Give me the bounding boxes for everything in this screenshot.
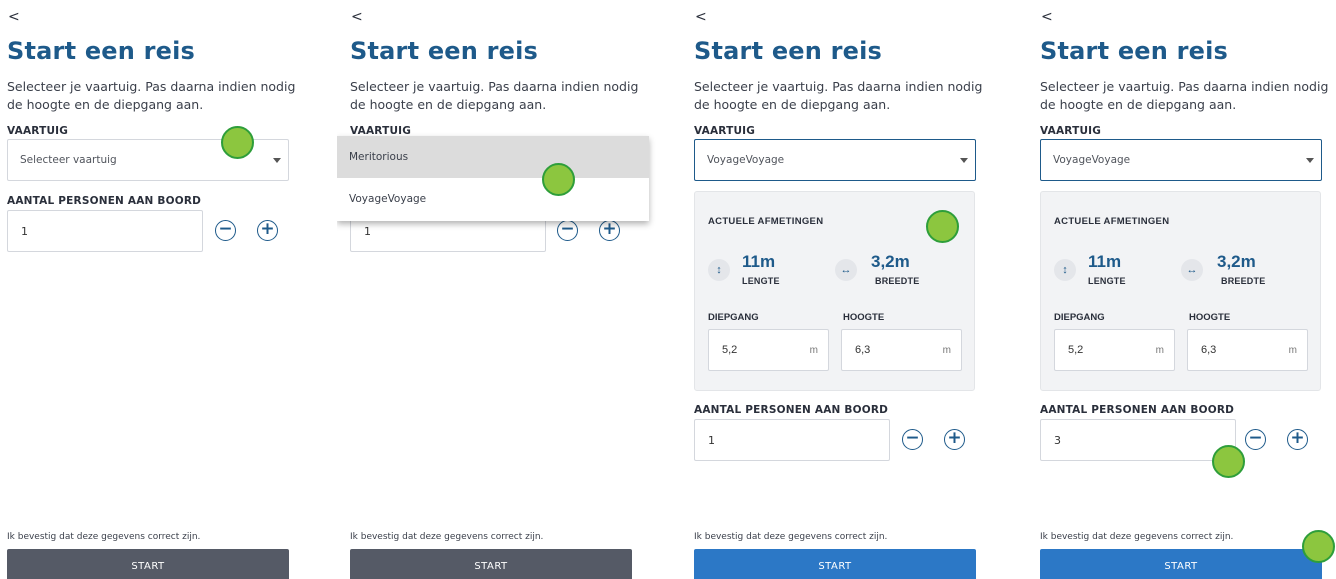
start-button[interactable]: START <box>694 549 976 579</box>
height-value: 6,3 <box>1201 344 1217 356</box>
caret-down-icon <box>1306 158 1314 163</box>
persons-input[interactable]: 1 <box>7 210 203 252</box>
vertical-arrow-icon: ↕ <box>708 259 730 281</box>
unit-label: m <box>942 345 951 356</box>
vessel-select-value: Selecteer vaartuig <box>20 154 117 166</box>
width-label: BREEDTE <box>1221 276 1266 286</box>
back-button[interactable]: < <box>1041 9 1053 25</box>
intro-text: Selecteer je vaartuig. Pas daarna indien… <box>1040 79 1329 112</box>
vessel-select[interactable]: VoyageVoyage <box>694 139 976 181</box>
screen-1: < Start een reis Selecteer je vaartuig. … <box>0 0 300 579</box>
back-button[interactable]: < <box>351 9 363 25</box>
height-input[interactable]: 6,3 m <box>1187 329 1308 371</box>
height-value: 6,3 <box>855 344 871 356</box>
screen-3: < Start een reis Selecteer je vaartuig. … <box>688 0 988 579</box>
minus-button[interactable]: − <box>902 429 923 450</box>
screen-2: < Start een reis Selecteer je vaartuig. … <box>337 0 657 579</box>
tap-marker <box>926 210 959 243</box>
page-title: Start een reis <box>350 37 539 65</box>
height-input[interactable]: 6,3 m <box>841 329 962 371</box>
vessel-select[interactable]: VoyageVoyage <box>1040 139 1322 181</box>
length-label: LENGTE <box>1088 276 1126 286</box>
persons-label: AANTAL PERSONEN AAN BOORD <box>7 195 202 207</box>
confirm-text: Ik bevestig dat deze gegevens correct zi… <box>1040 532 1234 542</box>
plus-button[interactable]: + <box>599 220 620 241</box>
vessel-select-value: VoyageVoyage <box>707 154 785 166</box>
draft-value: 5,2 <box>1068 344 1084 356</box>
unit-label: m <box>809 345 818 356</box>
unit-label: m <box>1288 345 1297 356</box>
dimensions-card: ACTUELE AFMETINGEN ↕ 11m LENGTE ↔ 3,2m B… <box>1040 191 1321 391</box>
tap-marker <box>1212 445 1245 478</box>
height-label: HOOGTE <box>1189 312 1231 323</box>
minus-button[interactable]: − <box>1245 429 1266 450</box>
dropdown-option[interactable]: Meritorious <box>337 136 649 178</box>
intro-text: Selecteer je vaartuig. Pas daarna indien… <box>694 79 983 112</box>
confirm-text: Ik bevestig dat deze gegevens correct zi… <box>694 532 888 542</box>
horizontal-arrow-icon: ↔ <box>1181 259 1203 281</box>
confirm-text: Ik bevestig dat deze gegevens correct zi… <box>7 532 201 542</box>
page-title: Start een reis <box>694 37 883 65</box>
width-value: 3,2m <box>1217 252 1256 271</box>
unit-label: m <box>1155 345 1164 356</box>
draft-input[interactable]: 5,2 m <box>1054 329 1175 371</box>
draft-input[interactable]: 5,2 m <box>708 329 829 371</box>
persons-input[interactable]: 1 <box>694 419 890 461</box>
vessel-label: VAARTUIG <box>694 125 756 137</box>
width-value: 3,2m <box>871 252 910 271</box>
dimensions-title: ACTUELE AFMETINGEN <box>708 216 824 227</box>
persons-input[interactable]: 3 <box>1040 419 1236 461</box>
vessel-label: VAARTUIG <box>1040 125 1102 137</box>
back-button[interactable]: < <box>695 9 707 25</box>
plus-button[interactable]: + <box>944 429 965 450</box>
confirm-text: Ik bevestig dat deze gegevens correct zi… <box>350 532 544 542</box>
minus-button[interactable]: − <box>557 220 578 241</box>
vessel-select-value: VoyageVoyage <box>1053 154 1131 166</box>
draft-value: 5,2 <box>722 344 738 356</box>
draft-label: DIEPGANG <box>1054 312 1105 323</box>
tap-marker <box>542 163 575 196</box>
horizontal-arrow-icon: ↔ <box>835 259 857 281</box>
minus-button[interactable]: − <box>215 220 236 241</box>
width-label: BREEDTE <box>875 276 920 286</box>
caret-down-icon <box>960 158 968 163</box>
intro-text: Selecteer je vaartuig. Pas daarna indien… <box>7 79 296 112</box>
persons-label: AANTAL PERSONEN AAN BOORD <box>694 404 889 416</box>
persons-label: AANTAL PERSONEN AAN BOORD <box>1040 404 1235 416</box>
page-title: Start een reis <box>7 37 196 65</box>
draft-label: DIEPGANG <box>708 312 759 323</box>
vessel-dropdown: Meritorious VoyageVoyage <box>337 136 649 221</box>
vessel-label: VAARTUIG <box>7 125 69 137</box>
intro-text: Selecteer je vaartuig. Pas daarna indien… <box>350 79 639 112</box>
dropdown-option[interactable]: VoyageVoyage <box>337 178 649 220</box>
page-title: Start een reis <box>1040 37 1229 65</box>
length-label: LENGTE <box>742 276 780 286</box>
start-button[interactable]: START <box>1040 549 1322 579</box>
start-button[interactable]: START <box>350 549 632 579</box>
dimensions-title: ACTUELE AFMETINGEN <box>1054 216 1170 227</box>
back-button[interactable]: < <box>8 9 20 25</box>
tap-marker <box>1302 530 1335 563</box>
vertical-arrow-icon: ↕ <box>1054 259 1076 281</box>
start-button[interactable]: START <box>7 549 289 579</box>
length-value: 11m <box>742 252 776 271</box>
tap-marker <box>221 126 254 159</box>
length-value: 11m <box>1088 252 1122 271</box>
plus-button[interactable]: + <box>257 220 278 241</box>
caret-down-icon <box>273 158 281 163</box>
screen-4: < Start een reis Selecteer je vaartuig. … <box>1033 0 1336 579</box>
plus-button[interactable]: + <box>1287 429 1308 450</box>
height-label: HOOGTE <box>843 312 885 323</box>
